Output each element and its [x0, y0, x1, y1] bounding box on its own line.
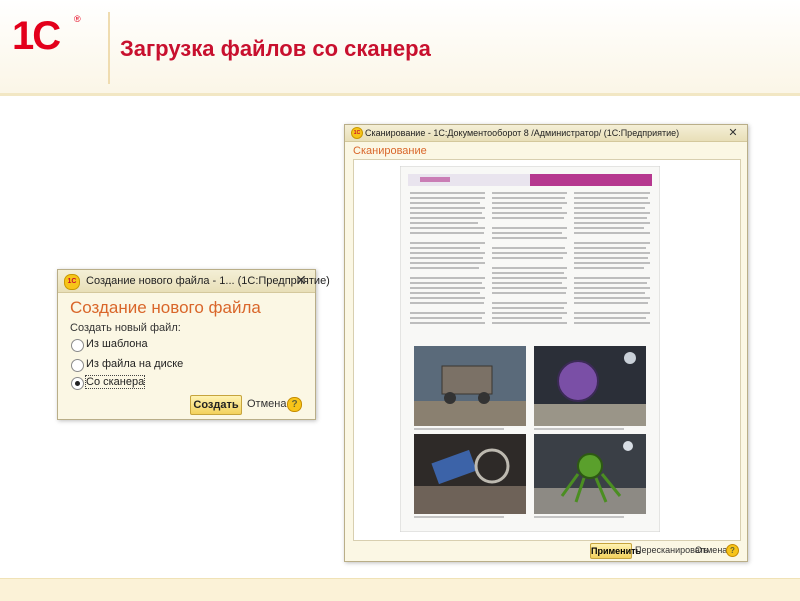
apply-button[interactable]: Применить — [590, 543, 641, 559]
help-icon[interactable]: ? — [726, 544, 739, 557]
app-logo-icon: 1С — [351, 127, 363, 139]
scanned-page-image — [400, 166, 660, 532]
brand-logo: 1С — [12, 14, 61, 58]
dialog-prompt: Создать новый файл: — [70, 322, 181, 334]
radio-button-selected-icon[interactable] — [71, 377, 84, 390]
radio-button-icon[interactable] — [71, 359, 84, 372]
scan-titlebar[interactable]: 1С Сканирование - 1С:Документооборот 8 /… — [345, 125, 747, 142]
cancel-button[interactable]: Отмена — [247, 398, 286, 410]
create-button[interactable]: Создать — [190, 395, 242, 415]
radio-label: Со сканера — [84, 375, 146, 389]
create-file-dialog: 1С Создание нового файла - 1... (1С:Пред… — [57, 269, 330, 420]
dialog-titlebar[interactable]: 1С Создание нового файла - 1... (1С:Пред… — [58, 270, 330, 293]
scan-window-title: Сканирование - 1С:Документооборот 8 /Адм… — [365, 128, 680, 138]
close-icon[interactable]: ✕ — [725, 125, 741, 141]
page-title: Загрузка файлов со сканера — [120, 36, 431, 61]
cancel-button[interactable]: Отмена — [695, 545, 727, 555]
help-icon[interactable]: ? — [287, 397, 302, 412]
radio-label: Из шаблона — [86, 338, 148, 350]
app-logo-icon: 1С — [64, 274, 80, 290]
slide-footer — [0, 578, 800, 601]
dialog-heading: Создание нового файла — [70, 298, 261, 317]
radio-button-icon[interactable] — [71, 339, 84, 352]
radio-label: Из файла на диске — [86, 358, 184, 370]
scan-heading: Сканирование — [353, 145, 427, 157]
close-icon[interactable]: ✕ — [293, 272, 309, 288]
slide-header: 1С ® Загрузка файлов со сканера — [0, 0, 800, 96]
registered-mark: ® — [74, 14, 81, 24]
header-divider — [108, 12, 110, 84]
